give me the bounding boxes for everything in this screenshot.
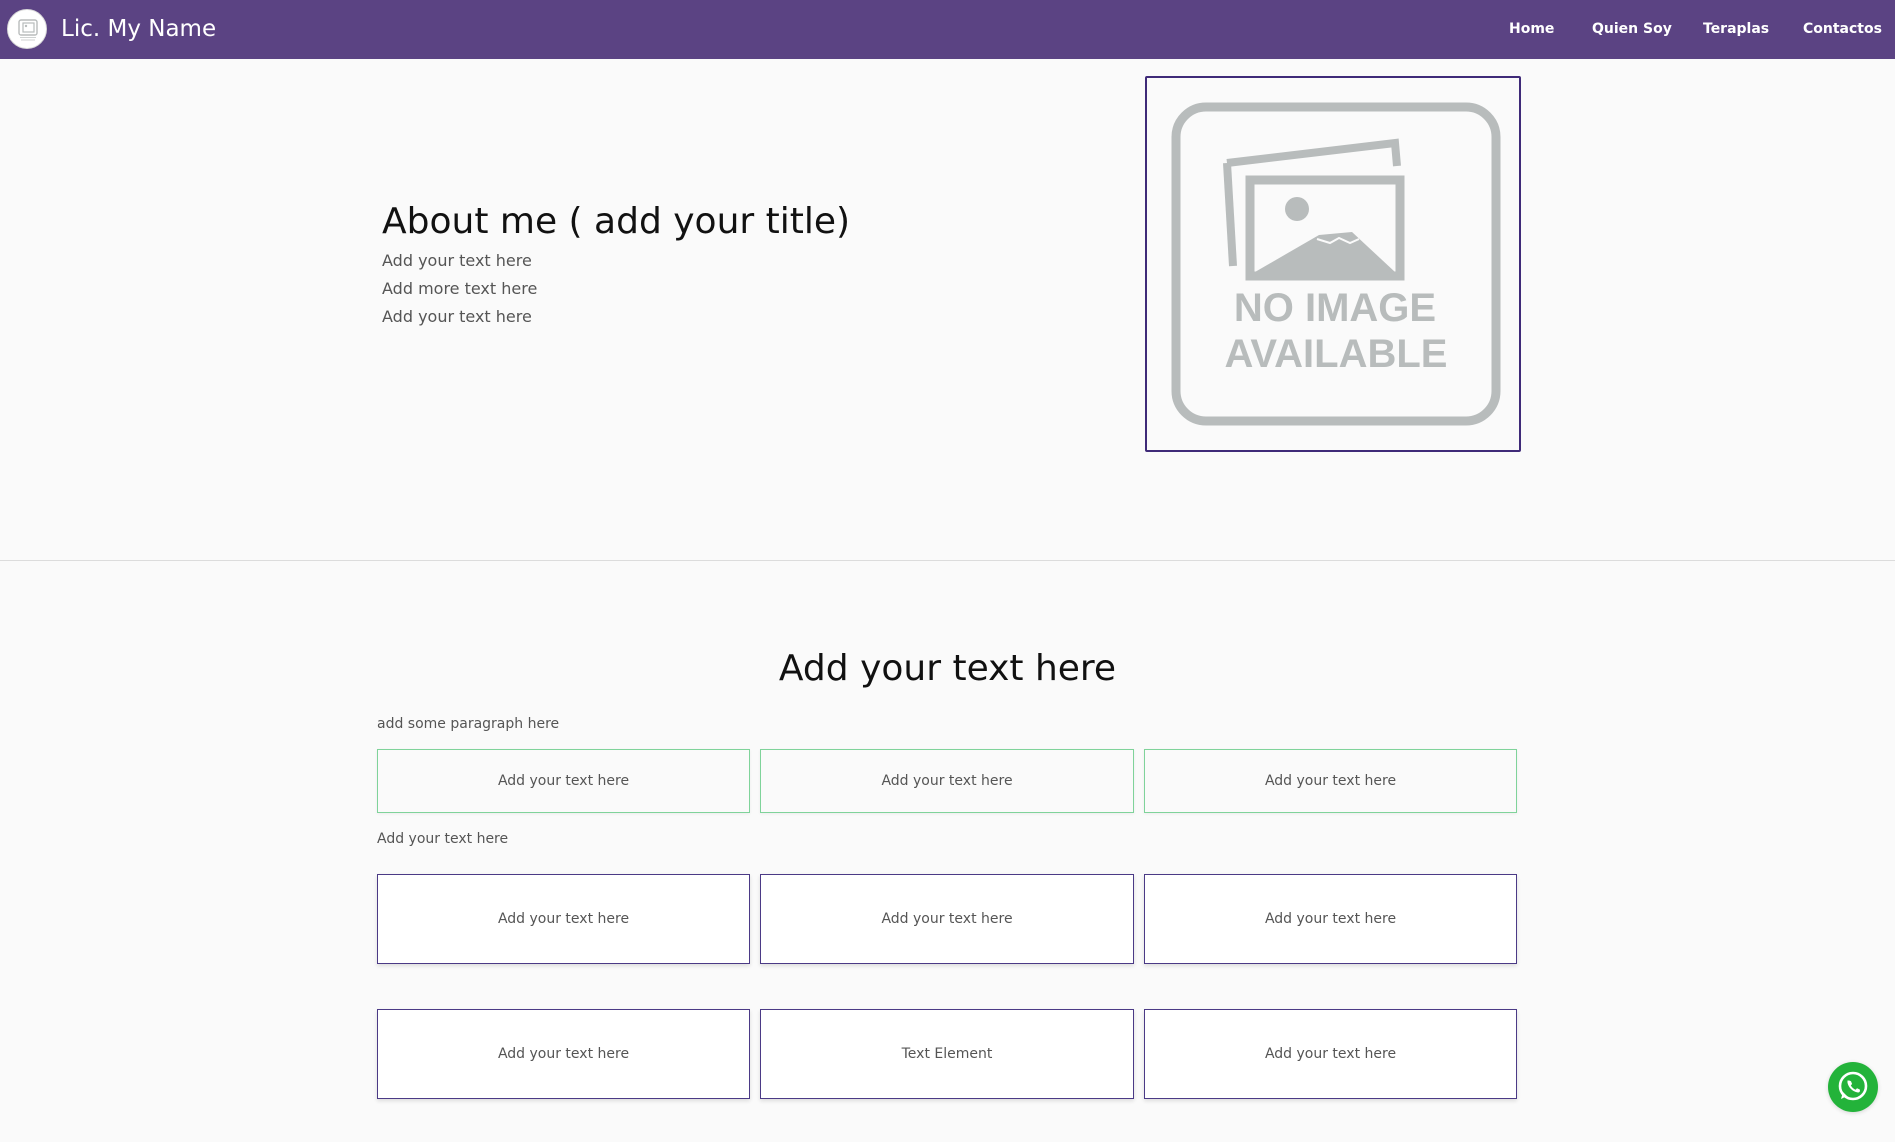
whatsapp-button[interactable] — [1828, 1062, 1878, 1112]
whatsapp-icon — [1838, 1071, 1868, 1101]
no-image-line-2: AVAILABLE — [1225, 332, 1448, 376]
about-text-line-1: Add your text here — [382, 251, 532, 270]
green-card-3: Add your text here — [1144, 749, 1517, 813]
purple-card-row2-2: Text Element — [760, 1009, 1134, 1099]
green-card-2: Add your text here — [760, 749, 1134, 813]
purple-card-row2-3: Add your text here — [1144, 1009, 1517, 1099]
section-divider — [0, 560, 1895, 561]
green-card-1: Add your text here — [377, 749, 750, 813]
section-title: Add your text here — [778, 648, 1117, 689]
logo-icon[interactable] — [7, 9, 47, 49]
about-title: About me ( add your title) — [382, 201, 851, 242]
nav-link-contactos[interactable]: Contactos — [1803, 19, 1882, 39]
profile-image-placeholder: NO IMAGE AVAILABLE — [1145, 76, 1521, 452]
about-text-line-3: Add your text here — [382, 307, 532, 326]
section-subheading: Add your text here — [377, 831, 509, 847]
about-text-line-2: Add more text here — [382, 279, 538, 298]
purple-card-row1-1: Add your text here — [377, 874, 750, 964]
nav-link-home[interactable]: Home — [1509, 19, 1554, 39]
purple-card-row2-1: Add your text here — [377, 1009, 750, 1099]
no-image-line-1: NO IMAGE — [1234, 286, 1436, 330]
purple-card-row1-3: Add your text here — [1144, 874, 1517, 964]
brand-title[interactable]: Lic. My Name — [61, 13, 216, 45]
nav-link-teraplas[interactable]: Teraplas — [1703, 19, 1769, 39]
nav-link-quien-soy[interactable]: Quien Soy — [1592, 19, 1672, 39]
purple-card-row1-2: Add your text here — [760, 874, 1134, 964]
section-paragraph: add some paragraph here — [377, 716, 560, 732]
top-navbar: Lic. My Name Home Quien Soy Teraplas Con… — [0, 0, 1895, 59]
